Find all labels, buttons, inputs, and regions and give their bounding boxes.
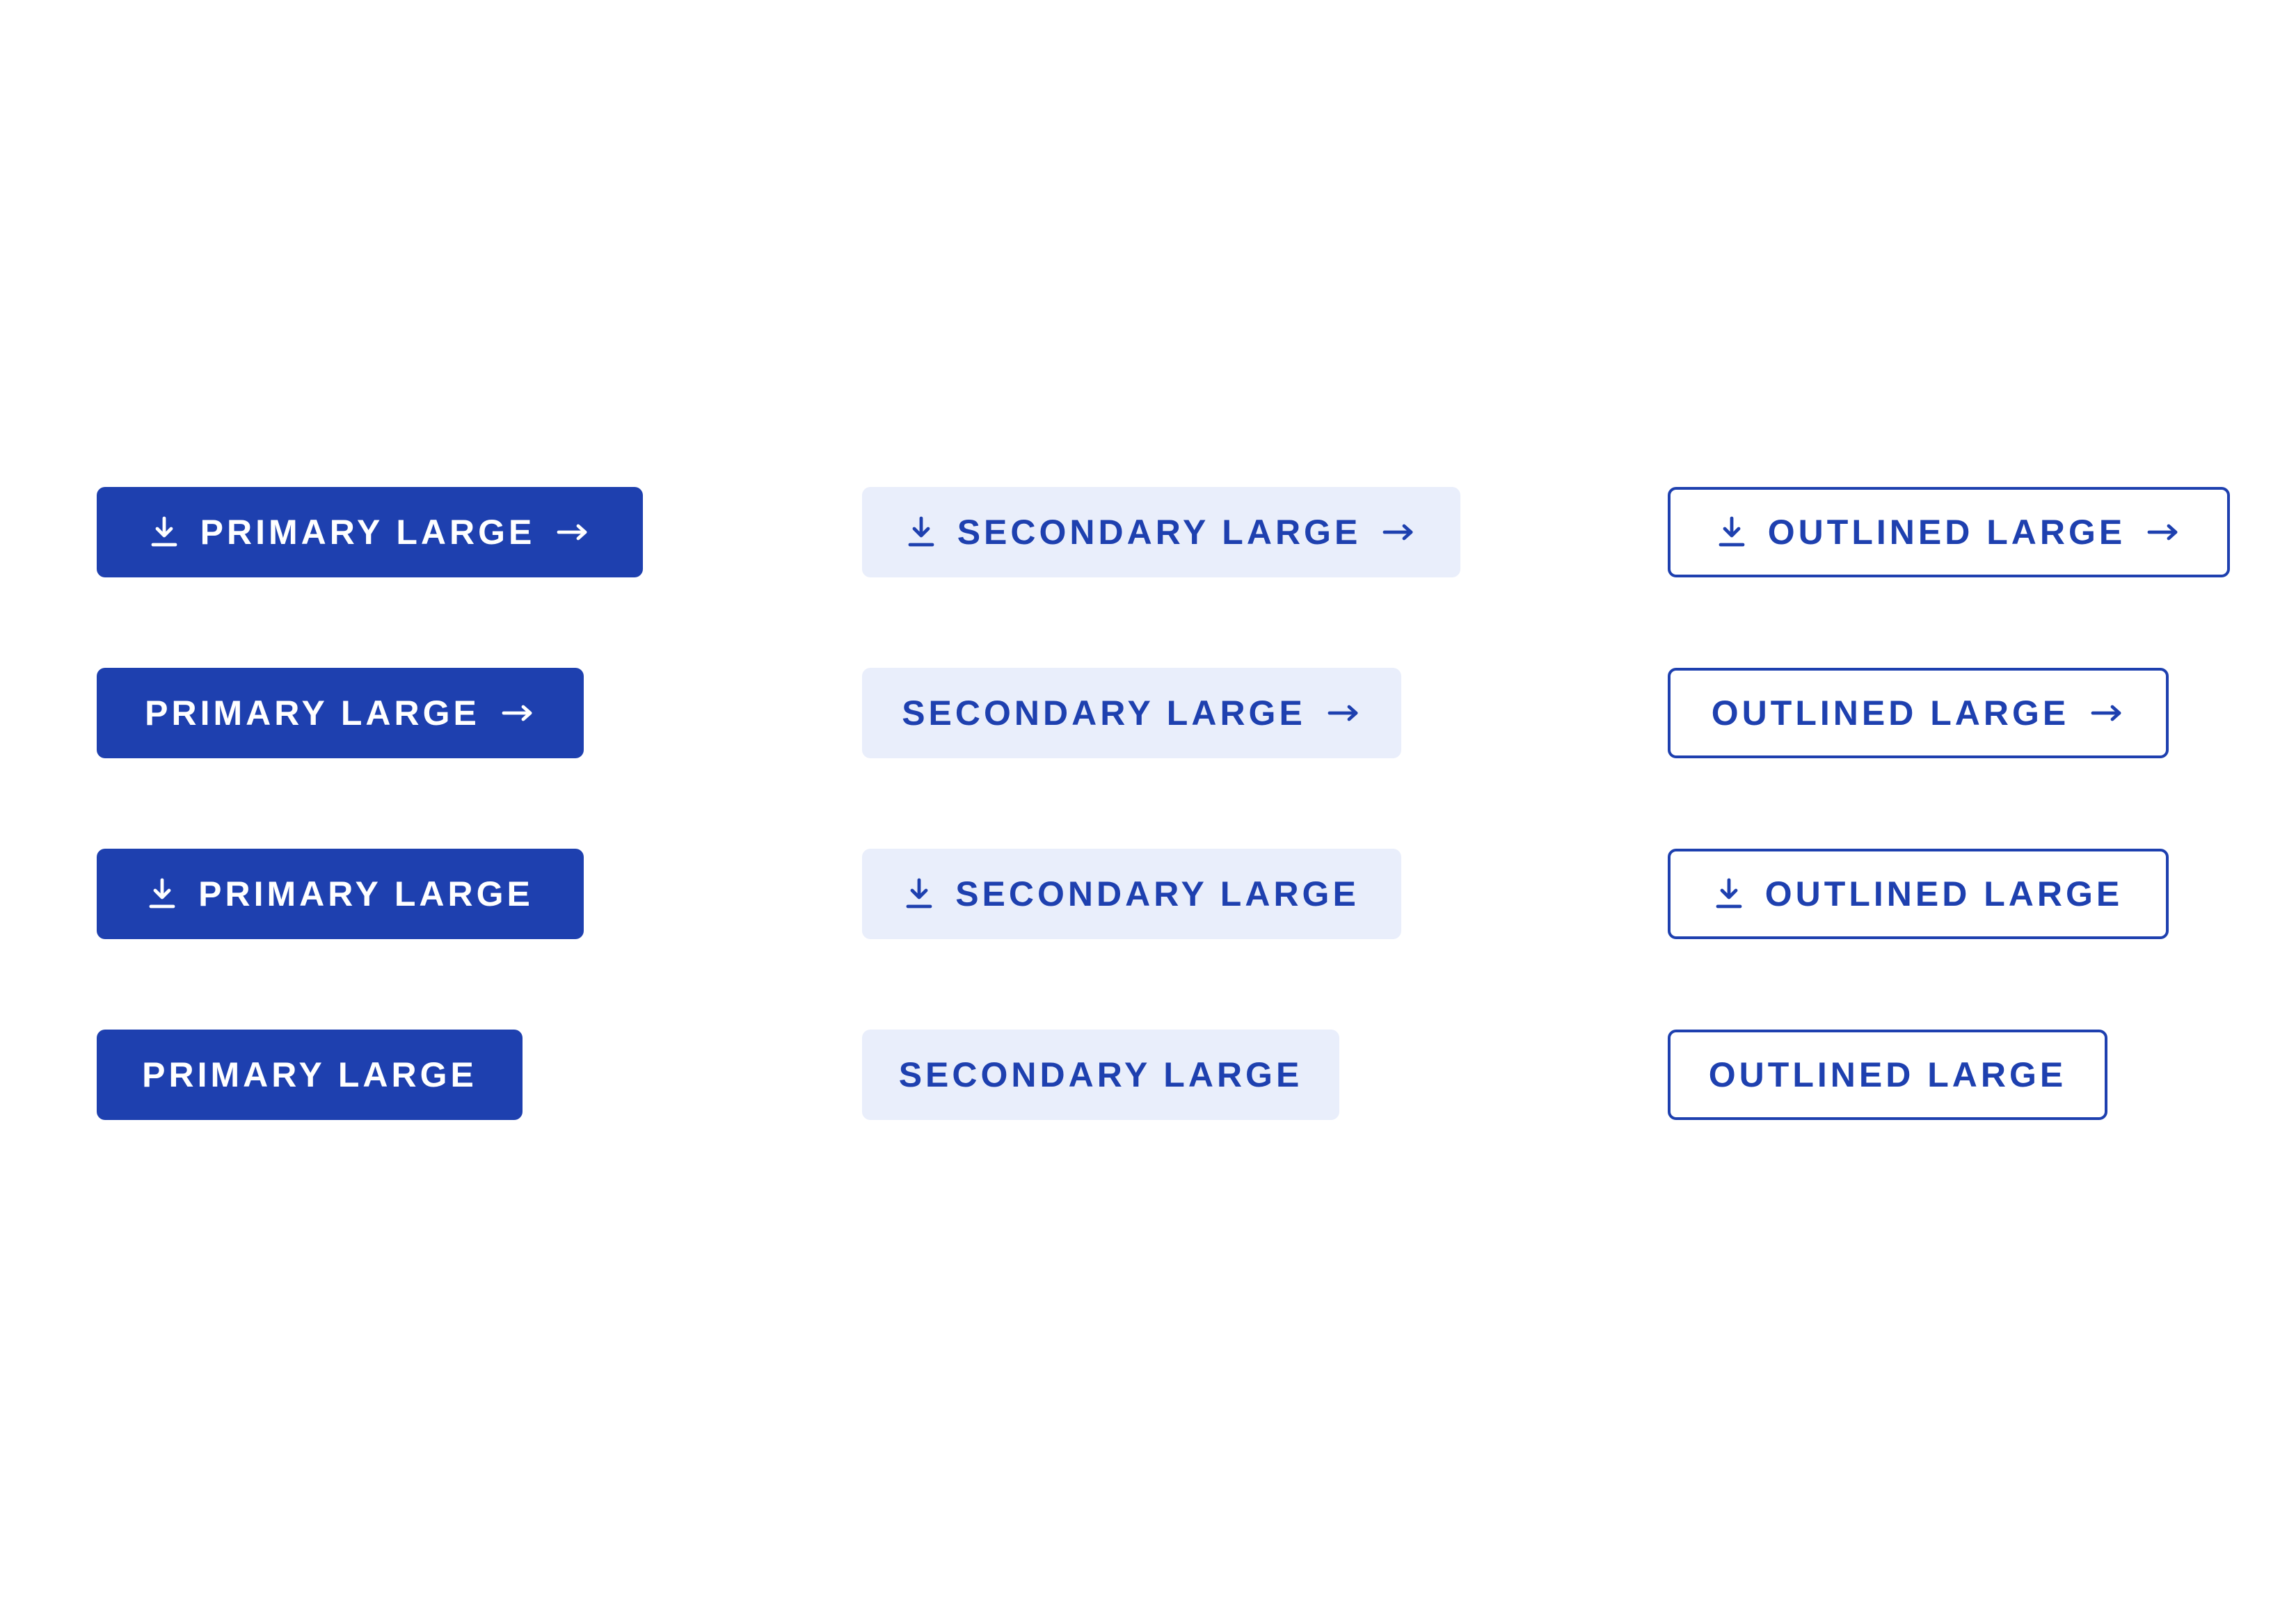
button-label: SECONDARY LARGE (957, 513, 1362, 552)
button-label: SECONDARY LARGE (898, 1055, 1303, 1094)
download-icon (1714, 877, 1744, 911)
button-label: OUTLINED LARGE (1767, 513, 2126, 552)
button-label: PRIMARY LARGE (145, 694, 480, 733)
secondary-large-button-no-icon[interactable]: SECONDARY LARGE (862, 1030, 1339, 1120)
download-icon (906, 515, 936, 549)
outlined-large-button-trailing-icon[interactable]: OUTLINED LARGE (1668, 668, 2169, 758)
secondary-large-button-leading-icon[interactable]: SECONDARY LARGE (862, 849, 1401, 939)
primary-large-button-no-icon[interactable]: PRIMARY LARGE (97, 1030, 523, 1120)
outlined-large-button-leading-icon[interactable]: OUTLINED LARGE (1668, 849, 2169, 939)
button-label: SECONDARY LARGE (902, 694, 1306, 733)
primary-large-button-leading-icon[interactable]: PRIMARY LARGE (97, 849, 584, 939)
button-label: OUTLINED LARGE (1708, 1055, 2067, 1094)
button-label: PRIMARY LARGE (142, 1055, 477, 1094)
arrow-right-icon (1327, 703, 1362, 723)
arrow-right-icon (501, 703, 536, 723)
arrow-right-icon (2146, 522, 2181, 543)
download-icon (149, 515, 180, 549)
button-label: PRIMARY LARGE (198, 874, 534, 913)
download-icon (1716, 515, 1747, 549)
primary-large-button-trailing-icon[interactable]: PRIMARY LARGE (97, 668, 584, 758)
primary-large-button-both-icons[interactable]: PRIMARY LARGE (97, 487, 643, 577)
button-label: OUTLINED LARGE (1711, 694, 2070, 733)
arrow-right-icon (2090, 703, 2125, 723)
download-icon (904, 877, 934, 911)
secondary-large-button-both-icons[interactable]: SECONDARY LARGE (862, 487, 1460, 577)
secondary-large-button-trailing-icon[interactable]: SECONDARY LARGE (862, 668, 1401, 758)
button-showcase: PRIMARY LARGE PRIMARY LARGE PRIMARY LARG… (97, 487, 2254, 1120)
arrow-right-icon (1382, 522, 1417, 543)
download-icon (147, 877, 177, 911)
arrow-right-icon (556, 522, 591, 543)
button-label: PRIMARY LARGE (200, 513, 536, 552)
outlined-large-button-both-icons[interactable]: OUTLINED LARGE (1668, 487, 2230, 577)
button-label: OUTLINED LARGE (1764, 874, 2123, 913)
button-label: SECONDARY LARGE (955, 874, 1360, 913)
outlined-large-button-no-icon[interactable]: OUTLINED LARGE (1668, 1030, 2107, 1120)
